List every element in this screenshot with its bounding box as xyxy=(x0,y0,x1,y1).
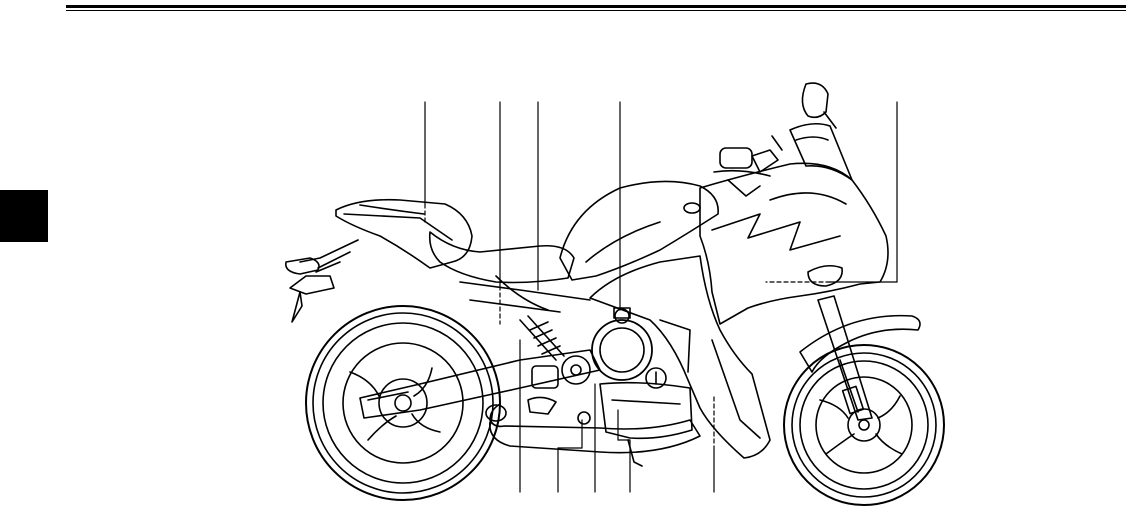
manual-page xyxy=(0,0,1126,527)
rear-signal-bracket xyxy=(286,240,358,322)
callout-leaders-top xyxy=(425,102,897,324)
engine xyxy=(592,308,692,438)
tail-section xyxy=(336,200,472,268)
front-fairing xyxy=(700,163,888,324)
rear-wheel xyxy=(306,306,500,500)
drive-sprocket xyxy=(562,356,590,384)
handlebar xyxy=(714,136,782,196)
frame xyxy=(460,276,590,312)
windscreen xyxy=(790,124,852,180)
fuel-tank xyxy=(560,181,718,280)
callout-leaders-bottom xyxy=(520,340,714,492)
lower-cowl xyxy=(590,256,770,458)
mirror xyxy=(802,83,836,128)
tank-crease xyxy=(586,222,660,262)
front-wheel xyxy=(784,345,944,505)
rear-shock xyxy=(520,316,564,360)
motorcycle-illustration xyxy=(0,0,1126,527)
tank-emblem xyxy=(684,203,700,213)
